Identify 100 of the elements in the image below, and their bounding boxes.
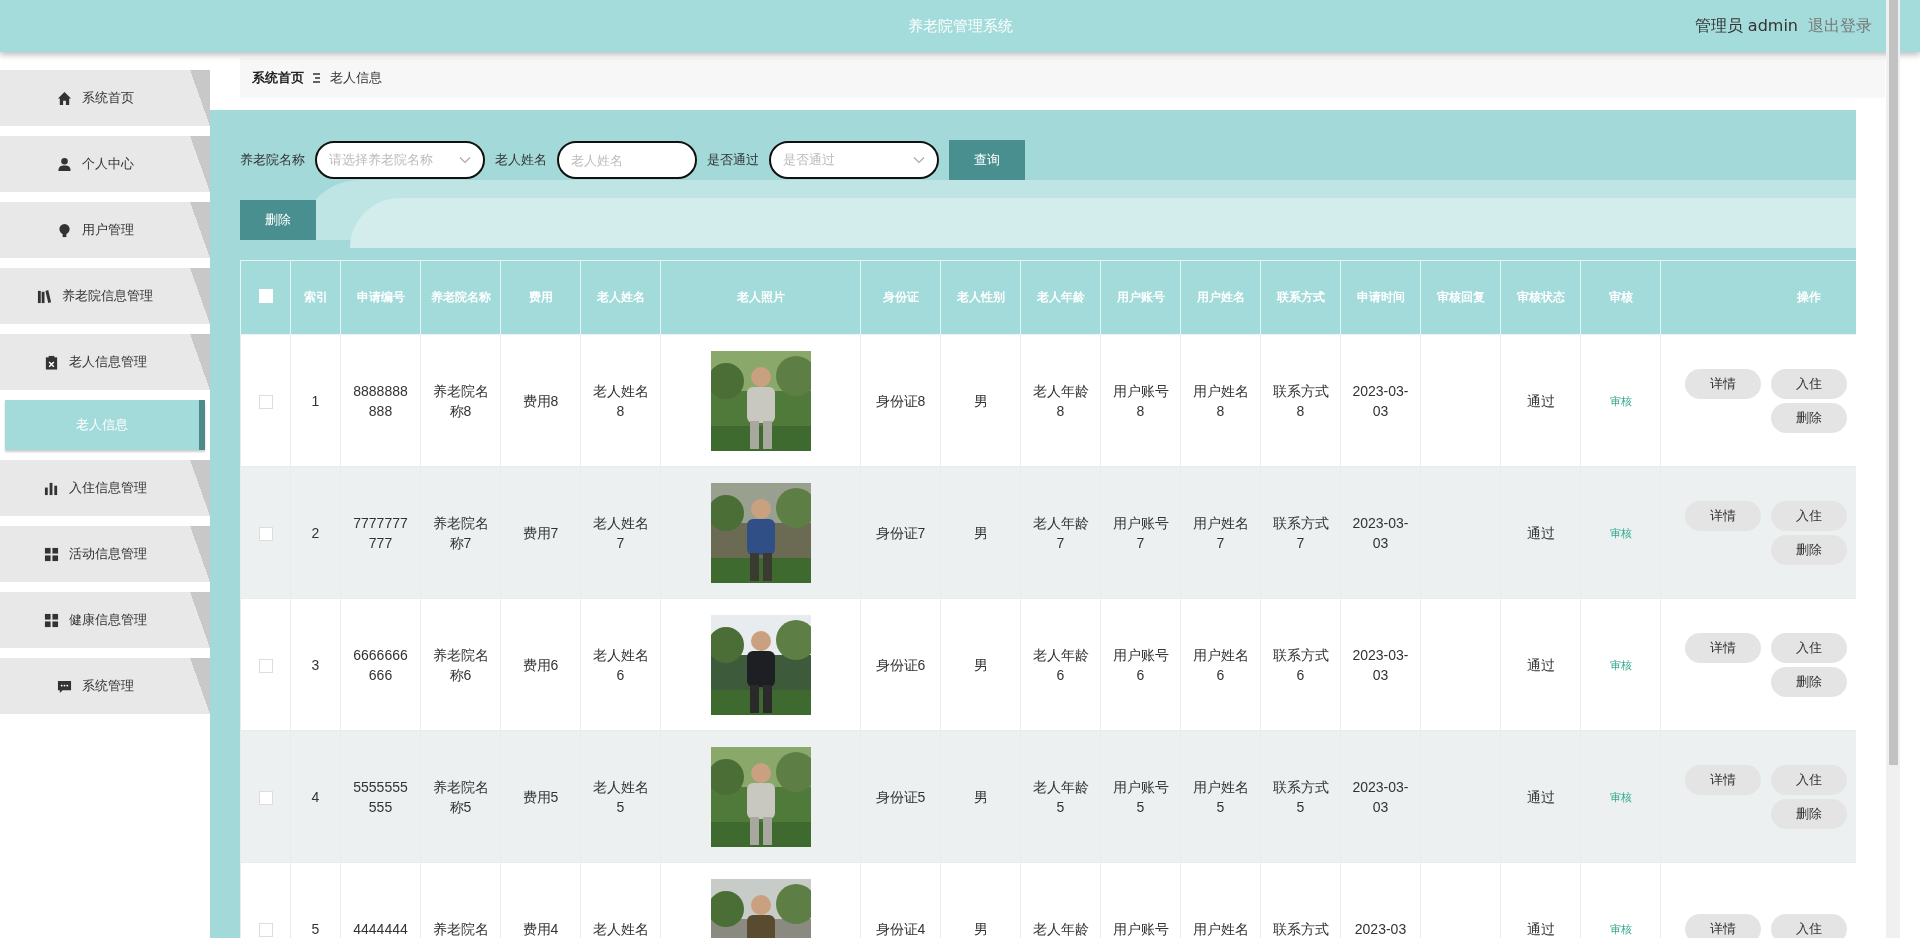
table-cell: 2 <box>311 524 320 541</box>
table-cell: 养老院名称6 <box>432 646 489 683</box>
app-title: 养老院管理系统 <box>907 16 1013 36</box>
table-cell: 7777777777 <box>353 514 408 551</box>
column-header: 身份证 <box>882 290 919 304</box>
action-button[interactable]: 入住 <box>1771 632 1847 663</box>
action-button[interactable]: 删除 <box>1771 402 1847 433</box>
column-header: 操作 <box>1796 290 1821 304</box>
query-button[interactable]: 查询 <box>949 140 1025 180</box>
column-header: 审核 <box>1608 290 1633 304</box>
action-button[interactable]: 删除 <box>1771 798 1847 829</box>
table-cell: 老人姓名5 <box>592 778 649 815</box>
chevron-down-icon <box>913 156 925 164</box>
table-cell: 老人年龄6 <box>1032 646 1089 683</box>
table-cell: 8888888888 <box>353 382 408 419</box>
scrollbar[interactable] <box>1886 0 1900 938</box>
table-cell: 身份证5 <box>875 788 926 805</box>
table-cell: 联系方式5 <box>1272 778 1329 815</box>
table-cell: 通过 <box>1526 656 1555 673</box>
table-cell: 老人姓名7 <box>592 514 649 551</box>
delete-button[interactable]: 删除 <box>240 200 316 240</box>
column-header: 申请时间 <box>1356 290 1405 304</box>
separator-icon <box>312 72 322 84</box>
column-header: 老人年龄 <box>1036 290 1085 304</box>
field-label: 老人姓名 <box>495 151 547 169</box>
sidebar-item[interactable]: 活动信息管理 <box>0 526 210 582</box>
sidebar-item[interactable]: 健康信息管理 <box>0 592 210 648</box>
table-cell: 男 <box>973 920 988 937</box>
grid-icon <box>43 546 59 562</box>
column-header: 费用 <box>528 290 553 304</box>
user-label: 管理员 admin <box>1694 15 1798 37</box>
checkbox[interactable] <box>258 394 273 409</box>
input-field[interactable]: 老人姓名 <box>557 141 697 179</box>
table-cell: 用户账号6 <box>1112 646 1169 683</box>
checkbox[interactable] <box>258 658 273 673</box>
table-cell: 6666666666 <box>353 646 408 683</box>
column-header: 审核状态 <box>1516 290 1565 304</box>
sidebar-item[interactable]: 入住信息管理 <box>0 460 210 516</box>
table-cell: 养老院名称5 <box>432 778 489 815</box>
table-cell: 通过 <box>1526 788 1555 805</box>
table-cell: 养老院名称7 <box>432 514 489 551</box>
action-button[interactable]: 详情 <box>1685 632 1761 663</box>
action-button[interactable]: 详情 <box>1685 764 1761 795</box>
sidebar-item[interactable]: 系统管理 <box>0 658 210 714</box>
column-header: 申请编号 <box>356 290 405 304</box>
sidebar-item[interactable]: 养老院信息管理 <box>0 268 210 324</box>
action-button[interactable]: 入住 <box>1771 368 1847 399</box>
action-button[interactable]: 入住 <box>1771 764 1847 795</box>
table-cell: 老人姓名8 <box>592 382 649 419</box>
sidebar-item[interactable]: 个人中心 <box>0 136 210 192</box>
action-button[interactable]: 详情 <box>1685 913 1761 938</box>
checkbox[interactable] <box>258 922 273 937</box>
table-cell: 费用4 <box>522 920 559 937</box>
table-cell: 养老院名 <box>432 920 489 937</box>
checkbox[interactable] <box>258 526 273 541</box>
table-cell: 男 <box>973 788 988 805</box>
table-cell: 费用6 <box>522 656 559 673</box>
table-cell: 3 <box>311 656 320 673</box>
table-cell: 老人姓名 <box>592 920 649 937</box>
table-cell: 用户账号5 <box>1112 778 1169 815</box>
sidebar-item[interactable]: 用户管理 <box>0 202 210 258</box>
table-cell: 用户姓名6 <box>1192 646 1249 683</box>
action-button[interactable]: 入住 <box>1771 913 1847 938</box>
column-header: 索引 <box>303 290 328 304</box>
table-cell: 通过 <box>1526 392 1555 409</box>
table-cell: 联系方式8 <box>1272 382 1329 419</box>
column-header: 养老院名称 <box>430 290 491 304</box>
action-button[interactable]: 详情 <box>1685 368 1761 399</box>
table-cell: 费用8 <box>522 392 559 409</box>
sidebar-item[interactable]: 系统首页 <box>0 70 210 126</box>
table-cell: 用户账号8 <box>1112 382 1169 419</box>
chat-icon <box>56 678 72 694</box>
table-cell: 2023-03 <box>1354 920 1407 937</box>
table-cell: 用户姓名 <box>1192 920 1249 937</box>
field-label: 是否通过 <box>707 151 759 169</box>
column-header: 用户账号 <box>1116 290 1165 304</box>
action-button[interactable]: 入住 <box>1771 500 1847 531</box>
table-cell: 养老院名称8 <box>432 382 489 419</box>
table-cell: 2023-03-03 <box>1352 382 1409 419</box>
table-cell: 4444444 <box>353 920 408 937</box>
table-cell: 老人年龄7 <box>1032 514 1089 551</box>
table-cell: 老人年龄5 <box>1032 778 1089 815</box>
table-cell: 男 <box>973 524 988 541</box>
table-cell: 费用5 <box>522 788 559 805</box>
table-cell: 用户姓名8 <box>1192 382 1249 419</box>
table-cell: 5 <box>311 920 320 937</box>
breadcrumb-item[interactable]: 系统首页 <box>252 69 304 87</box>
sidebar-item[interactable]: 老人信息管理 <box>0 334 210 390</box>
checkbox[interactable] <box>258 790 273 805</box>
action-button[interactable]: 删除 <box>1771 666 1847 697</box>
bulb-icon <box>56 222 72 238</box>
column-header: 老人照片 <box>736 290 785 304</box>
table-cell: 老人姓名6 <box>592 646 649 683</box>
books-icon <box>37 288 52 304</box>
action-button[interactable]: 详情 <box>1685 500 1761 531</box>
action-button[interactable]: 删除 <box>1771 534 1847 565</box>
breadcrumb-item: 老人信息 <box>330 69 382 87</box>
table-cell: 用户姓名5 <box>1192 778 1249 815</box>
field-label: 养老院名称 <box>240 151 305 169</box>
clipboard-icon <box>43 354 59 370</box>
